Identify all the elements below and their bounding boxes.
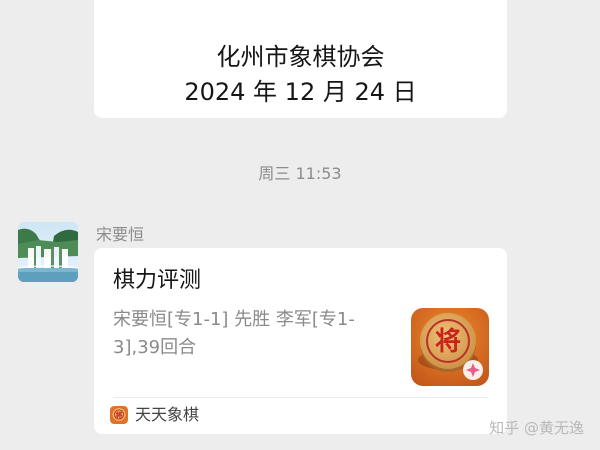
sender-name: 宋要恒 [96, 225, 145, 244]
mini-program-card[interactable]: 棋力评测 宋要恒[专1-1] 先胜 李军[专1-3],39回合 将 将 天天象棋 [94, 248, 507, 434]
message-timestamp: 周三 11:53 [258, 164, 342, 183]
svg-text:将: 将 [116, 411, 123, 420]
card-divider [113, 397, 488, 398]
sender-avatar[interactable] [18, 222, 78, 282]
zhihu-watermark: 知乎 @黄无逸 [489, 419, 584, 437]
card-app-name: 天天象棋 [135, 405, 200, 424]
xiangqi-jiang-piece-icon: 将 [411, 308, 489, 386]
waterfall-landscape-icon [18, 222, 78, 282]
card-thumbnail: 将 [411, 308, 489, 386]
previous-message-line2: 2024 年 12 月 24 日 [184, 78, 417, 106]
svg-text:将: 将 [435, 327, 461, 357]
card-footer: 将 天天象棋 [110, 404, 199, 426]
card-title: 棋力评测 [113, 268, 202, 293]
tiantian-xiangqi-app-icon: 将 [110, 406, 128, 424]
card-description: 宋要恒[专1-1] 先胜 李军[专1-3],39回合 [113, 309, 355, 358]
previous-message-line1: 化州市象棋协会 [216, 43, 385, 71]
previous-message-bubble[interactable]: 化州市象棋协会 2024 年 12 月 24 日 [94, 0, 507, 118]
